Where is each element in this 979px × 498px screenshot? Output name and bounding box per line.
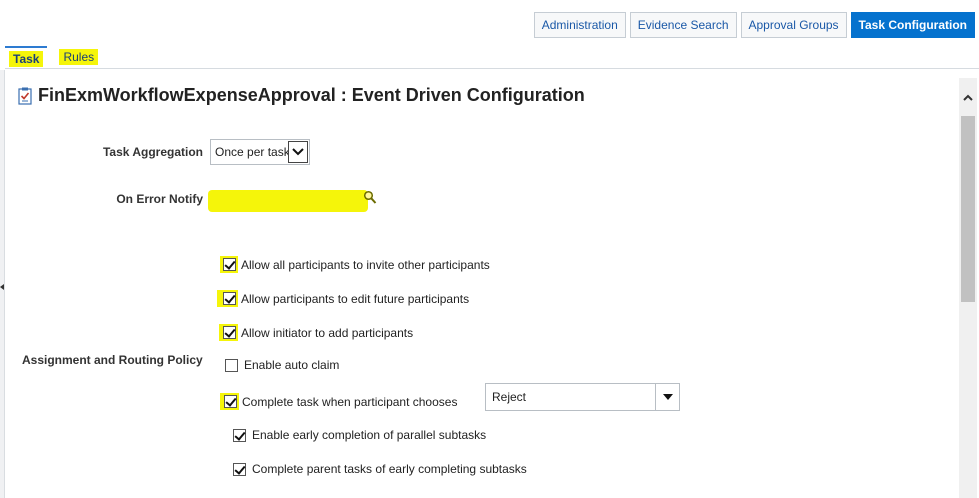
on-error-notify-label: On Error Notify (116, 192, 203, 206)
on-error-notify-input[interactable] (208, 190, 368, 212)
option-early-completion: Enable early completion of parallel subt… (233, 428, 486, 442)
approval-groups-button[interactable]: Approval Groups (740, 12, 847, 38)
option-auto-claim: Enable auto claim (225, 358, 339, 372)
option-edit-future: Allow participants to edit future partic… (217, 290, 469, 307)
page-header: FinExmWorkflowExpenseApproval : Event Dr… (17, 85, 585, 106)
checkbox-highlight (220, 393, 239, 410)
auto-claim-checkbox[interactable] (225, 358, 238, 372)
checkbox-highlight (217, 290, 238, 307)
tab-divider (5, 68, 979, 69)
administration-button[interactable]: Administration (533, 12, 626, 38)
task-aggregation-select[interactable]: Once per task (210, 139, 310, 165)
early-completion-checkbox[interactable] (233, 428, 246, 442)
checkbox-highlight (219, 324, 238, 341)
scrollbar-thumb[interactable] (961, 116, 975, 302)
option-complete-parent: Complete parent tasks of early completin… (233, 462, 527, 476)
participant-choice-select[interactable]: Reject (485, 383, 680, 411)
complete-parent-checkbox[interactable] (233, 462, 246, 476)
complete-when-chooses-label: Complete task when participant chooses (242, 394, 458, 409)
task-clipboard-icon (18, 87, 32, 105)
task-aggregation-label: Task Aggregation (102, 145, 203, 159)
complete-when-chooses-checkbox[interactable] (224, 395, 237, 408)
page-title: FinExmWorkflowExpenseApproval : Event Dr… (38, 85, 585, 105)
auto-claim-label: Enable auto claim (244, 358, 340, 372)
search-icon[interactable] (363, 190, 377, 208)
edit-future-label: Allow participants to edit future partic… (241, 291, 470, 306)
option-complete-when-chooses: Complete task when participant chooses (220, 393, 457, 410)
chevron-up-icon[interactable] (962, 92, 974, 104)
early-completion-label: Enable early completion of parallel subt… (252, 428, 487, 442)
initiator-add-checkbox[interactable] (223, 326, 236, 339)
initiator-add-label: Allow initiator to add participants (241, 325, 414, 340)
complete-parent-label: Complete parent tasks of early completin… (252, 462, 527, 476)
vertical-scrollbar[interactable] (959, 78, 977, 498)
collapse-arrow-icon[interactable] (0, 284, 4, 290)
participant-choice-value: Reject (492, 390, 527, 404)
evidence-search-button[interactable]: Evidence Search (629, 12, 737, 38)
tab-rules[interactable]: Rules (55, 46, 102, 68)
top-navigation: Administration Evidence Search Approval … (533, 12, 975, 38)
chevron-down-icon[interactable] (288, 141, 308, 163)
assignment-routing-policy-label: Assignment and Routing Policy (22, 353, 203, 367)
tab-task-label: Task (9, 51, 44, 67)
tab-task[interactable]: Task (5, 46, 48, 68)
checkbox-highlight (220, 256, 238, 273)
tab-rules-label: Rules (59, 49, 99, 65)
edit-future-checkbox[interactable] (223, 292, 236, 305)
task-aggregation-value: Once per task (215, 145, 288, 159)
invite-participants-label: Allow all participants to invite other p… (241, 257, 490, 272)
task-configuration-button[interactable]: Task Configuration (850, 12, 975, 38)
tab-bar: Task Rules (5, 44, 110, 68)
triangle-down-icon[interactable] (655, 384, 679, 410)
option-initiator-add: Allow initiator to add participants (219, 324, 413, 341)
option-invite-participants: Allow all participants to invite other p… (220, 256, 490, 273)
invite-participants-checkbox[interactable] (223, 258, 236, 271)
